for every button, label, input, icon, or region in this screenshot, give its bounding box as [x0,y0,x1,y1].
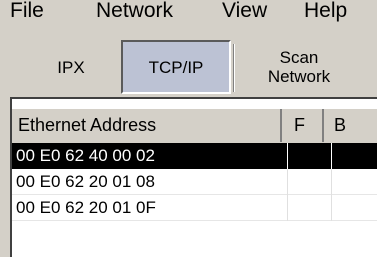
f-cell [288,143,332,169]
scan-network-button[interactable]: Scan Network [240,40,358,94]
tcpip-button-label: TCP/IP [148,57,204,77]
column-header-b[interactable]: B [324,109,364,142]
column-header-ethernet-address[interactable]: Ethernet Address [12,109,282,142]
tcpip-button[interactable]: TCP/IP [121,40,231,94]
address-cell: 00 E0 62 20 01 0F [12,195,288,221]
address-cell: 00 E0 62 20 01 08 [12,169,288,195]
toolbar-separator [233,44,235,92]
ipx-button-label: IPX [57,57,85,77]
toolbar: IPX TCP/IP Scan Network [0,36,377,96]
f-cell [288,195,332,221]
menu-view[interactable]: View [222,0,267,26]
menu-bar: File Network View Help [0,0,377,36]
scan-network-button-label: Scan Network [267,48,331,86]
list-header: Ethernet Address F B [12,109,377,144]
table-row[interactable]: 00 E0 62 20 01 08 [12,169,377,195]
f-cell [288,169,332,195]
column-header-f[interactable]: F [282,109,324,142]
menu-help[interactable]: Help [304,0,347,26]
ipx-button[interactable]: IPX [32,40,110,94]
menu-file[interactable]: File [10,0,44,26]
table-row[interactable]: 00 E0 62 20 01 0F [12,195,377,221]
address-cell: 00 E0 62 40 00 02 [12,143,288,169]
table-row[interactable]: 00 E0 62 40 00 02 [12,143,377,169]
menu-network[interactable]: Network [96,0,173,26]
device-list[interactable]: Ethernet Address F B 00 E0 62 40 00 02 0… [10,97,377,257]
